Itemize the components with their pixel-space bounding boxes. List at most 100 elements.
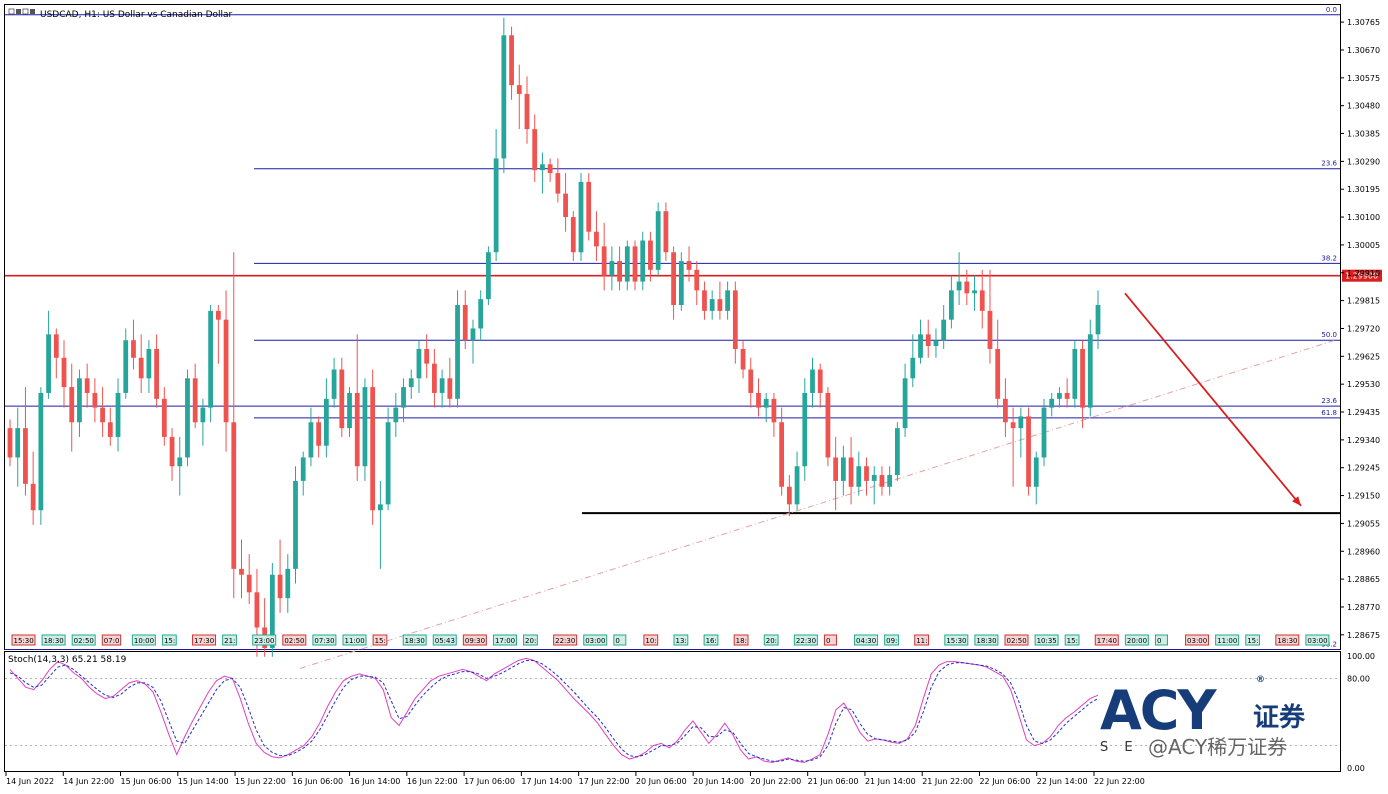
time-tick-label: 14 Jun 22:00	[63, 777, 114, 786]
candle-body	[617, 261, 622, 282]
candle-body	[956, 281, 962, 291]
candle-body	[146, 348, 152, 379]
logo-tagline: S E	[1100, 740, 1139, 755]
candle-body	[825, 392, 831, 458]
session-badge-label: 02:50	[1007, 637, 1027, 645]
price-tick-label: 1.29055	[1347, 519, 1380, 528]
time-tick-label: 22 Jun 06:00	[979, 777, 1030, 786]
candle-body	[77, 378, 82, 423]
candle-body	[578, 181, 584, 253]
session-badge-label: 20:00	[1127, 637, 1147, 645]
candle[interactable]	[486, 246, 491, 306]
candle[interactable]	[825, 387, 831, 467]
candle[interactable]	[586, 173, 592, 241]
session-badge-label: 18:30	[976, 637, 996, 645]
session-badge-label: 04:30	[856, 637, 876, 645]
candle-body	[169, 436, 175, 467]
candle[interactable]	[655, 202, 661, 276]
session-badge-label: 17:00	[495, 637, 515, 645]
candle-body	[586, 181, 592, 232]
logo-suffix: 证券	[1253, 703, 1306, 733]
candle-body	[941, 319, 947, 341]
fib-level-label: 0.0	[1326, 6, 1337, 14]
candle-body	[69, 387, 75, 423]
time-tick-label: 20 Jun 22:00	[750, 777, 801, 786]
candle[interactable]	[339, 357, 345, 437]
candle-body	[23, 428, 28, 484]
candle-body	[131, 340, 136, 358]
candle-body	[1080, 348, 1085, 408]
session-badge-label: 10:	[645, 637, 656, 645]
candle-body	[810, 369, 815, 393]
candle-body	[648, 240, 653, 270]
candle-body	[339, 369, 345, 429]
candle-body	[686, 261, 692, 270]
candle-body	[979, 290, 985, 311]
stoch-tick-label: 80.00	[1347, 674, 1370, 683]
candle-body	[331, 369, 337, 399]
candle[interactable]	[578, 173, 584, 262]
candle[interactable]	[38, 387, 44, 525]
candle-body	[185, 378, 190, 458]
candle-body	[1018, 416, 1024, 429]
candle-body	[516, 85, 522, 94]
candle[interactable]	[1026, 407, 1031, 496]
candle-body	[15, 428, 21, 458]
price-chart[interactable]: 0.023.638.21.2990050.023.661.838.2 1.307…	[0, 0, 1388, 794]
candle-body	[215, 310, 221, 320]
candle[interactable]	[385, 407, 391, 511]
session-badge-label: 10:00	[134, 637, 154, 645]
candle[interactable]	[185, 369, 190, 467]
candle-body	[300, 457, 306, 481]
session-badge-label: 0	[1157, 637, 1161, 645]
session-badge-label: 11:	[916, 637, 927, 645]
candle-body	[972, 290, 977, 294]
session-badge-label: 18:30	[1277, 637, 1297, 645]
time-tick-label: 17 Jun 22:00	[579, 777, 630, 786]
candle-body	[840, 457, 846, 481]
candle-body	[879, 475, 885, 487]
price-tick-label: 1.30385	[1347, 130, 1380, 139]
candle[interactable]	[501, 17, 507, 174]
candle-body	[848, 457, 854, 487]
candle-body	[200, 407, 206, 423]
candle[interactable]	[640, 231, 646, 291]
candle[interactable]	[370, 369, 376, 525]
candle-body	[416, 348, 422, 379]
candle-body	[486, 252, 491, 300]
candle-body	[1049, 398, 1055, 408]
fib-level-label: 38.2	[1321, 254, 1337, 262]
price-tick-label: 1.30100	[1347, 213, 1380, 222]
candle-body	[717, 299, 723, 311]
time-tick-label: 16 Jun 06:00	[292, 777, 343, 786]
session-badge-label: 03:00	[1307, 637, 1327, 645]
candle[interactable]	[802, 378, 808, 481]
candle-body	[7, 428, 13, 458]
candle-body	[439, 378, 445, 393]
candle-body	[84, 378, 90, 393]
candle[interactable]	[894, 422, 900, 481]
candle-body	[470, 328, 476, 341]
price-tick-label: 1.30005	[1347, 241, 1380, 250]
candle[interactable]	[293, 466, 298, 584]
stoch-tick-label: 100.00	[1347, 652, 1375, 661]
candle-body	[910, 357, 916, 379]
time-tick-label: 17 Jun 06:00	[464, 777, 515, 786]
candle[interactable]	[455, 290, 460, 408]
candle[interactable]	[678, 252, 684, 311]
fib-level-label: 23.6	[1321, 397, 1337, 405]
candle[interactable]	[362, 378, 368, 481]
session-badge-label: 17:30	[194, 637, 214, 645]
candle[interactable]	[1041, 398, 1047, 467]
candle-body	[1010, 422, 1016, 429]
candle[interactable]	[1072, 340, 1078, 408]
price-tick-label: 1.29340	[1347, 436, 1380, 445]
candle-body	[732, 290, 738, 349]
chart-header: USDCAD, H1: US Dollar vs Canadian Dollar	[8, 8, 233, 20]
candle-body	[161, 398, 167, 437]
candle[interactable]	[208, 305, 214, 423]
candle-body	[192, 378, 198, 423]
session-badge-label: 15:	[375, 637, 386, 645]
candle-body	[964, 281, 970, 294]
session-badge-label: 11:00	[345, 637, 365, 645]
